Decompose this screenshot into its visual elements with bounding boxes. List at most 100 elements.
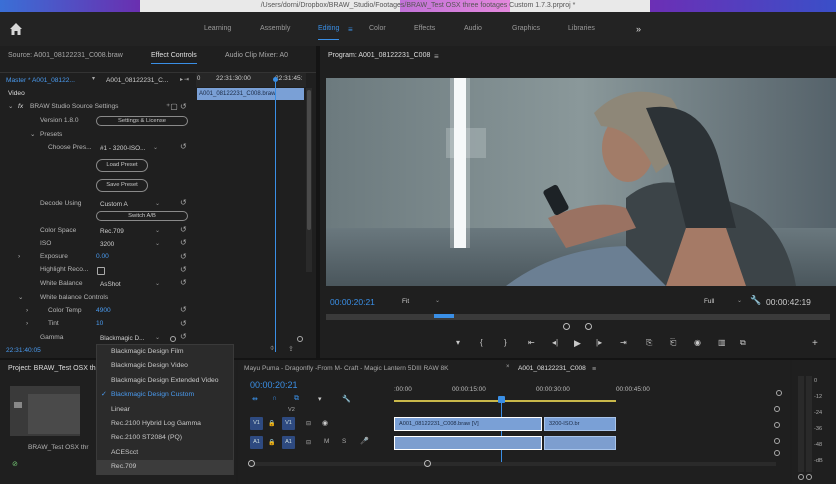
reset-icon[interactable]: ↺ xyxy=(180,333,188,341)
zoom-handle[interactable] xyxy=(585,323,592,330)
loop-icon[interactable]: ⇥ xyxy=(184,76,189,83)
preset-dropdown[interactable]: #1 - 3200-ISO... ⌄ xyxy=(100,144,160,153)
eye-icon[interactable]: ◉ xyxy=(322,419,328,427)
track-scroll-handle[interactable] xyxy=(774,406,780,412)
wrench-icon[interactable]: 🔧 xyxy=(342,395,351,403)
lock-icon[interactable]: 🔒 xyxy=(268,420,275,427)
program-timecode[interactable]: 00:00:20:21 xyxy=(330,297,375,307)
track-scroll-handle[interactable] xyxy=(774,438,780,444)
timeline-tab[interactable]: Mayu Puma - Dragonfly -From M- Craft - M… xyxy=(244,362,449,376)
workspace-assembly[interactable]: Assembly xyxy=(260,12,290,46)
tab-effect-controls[interactable]: Effect Controls xyxy=(151,49,197,63)
reset-icon[interactable]: ↺ xyxy=(180,306,188,314)
timeline-clip-audio[interactable] xyxy=(544,436,616,450)
sequence-clip-label[interactable]: A001_08122231_C... xyxy=(106,74,168,88)
tab-audio-clip-mixer[interactable]: Audio Clip Mixer: A0 xyxy=(225,49,288,63)
highlight-recovery-checkbox[interactable] xyxy=(97,267,105,275)
program-monitor-title[interactable]: Program: A001_08122231_C008 xyxy=(328,49,430,63)
home-icon[interactable] xyxy=(8,21,24,37)
lift-icon[interactable]: ⎘ xyxy=(646,338,652,348)
linked-selection-icon[interactable]: ⧉ xyxy=(294,395,299,403)
gamma-option[interactable]: Blackmagic Design Film xyxy=(97,345,233,359)
zoom-handle[interactable] xyxy=(563,323,570,330)
source-patch-a1[interactable]: A1 xyxy=(250,436,263,449)
link-icon[interactable]: ⊘ xyxy=(12,460,18,468)
add-button-icon[interactable]: + xyxy=(812,338,818,349)
sync-lock-icon[interactable]: ⊟ xyxy=(306,439,311,446)
playhead-handle[interactable] xyxy=(498,396,505,403)
track-target-v1[interactable]: V1 xyxy=(282,417,295,430)
add-marker-icon[interactable]: ▾ xyxy=(456,338,460,347)
reset-icon[interactable]: ↺ xyxy=(180,226,188,234)
tab-source[interactable]: Source: A001_08122231_C008.braw xyxy=(8,49,123,63)
zoom-handle[interactable] xyxy=(424,460,431,467)
go-to-in-icon[interactable]: ⇤ xyxy=(528,338,535,347)
timeline-clip-video[interactable]: 3200-ISO.br xyxy=(544,417,616,431)
solo-right-button[interactable] xyxy=(806,474,812,480)
add-marker-icon[interactable]: ▾ xyxy=(318,395,322,403)
reset-icon[interactable]: ↺ xyxy=(180,253,188,261)
new-layer-icon[interactable]: ⁺▢ xyxy=(166,102,178,111)
gamma-option[interactable]: Blackmagic Design Video xyxy=(97,359,233,373)
scroll-handle[interactable] xyxy=(776,390,782,396)
disclosure-right-icon[interactable]: › xyxy=(18,251,20,263)
timeline-clip-video[interactable]: A001_08122231_C008.braw [V] xyxy=(394,417,542,431)
fit-dropdown[interactable]: Fit ⌄ xyxy=(402,297,442,306)
gamma-option-hovered[interactable]: Rec.709 xyxy=(97,460,233,475)
reset-icon[interactable]: ↺ xyxy=(180,279,188,287)
disclosure-right-icon[interactable]: › xyxy=(26,318,28,330)
step-forward-icon[interactable]: |▸ xyxy=(596,338,602,347)
workspace-overflow-button[interactable]: » xyxy=(636,12,641,46)
workspace-effects[interactable]: Effects xyxy=(414,12,435,46)
program-scrubber[interactable] xyxy=(326,314,830,320)
ec-clip-block[interactable]: A001_08122231_C008.braw xyxy=(197,88,304,100)
timeline-clip-audio[interactable] xyxy=(394,436,542,450)
snap-icon[interactable]: ⇹ xyxy=(252,395,258,403)
master-clip-label[interactable]: Master * A001_08122... xyxy=(6,74,75,88)
gamma-option[interactable]: ACEScct xyxy=(97,446,233,460)
scrollbar-thumb[interactable] xyxy=(307,90,311,230)
zoom-handle[interactable] xyxy=(297,336,303,342)
reset-icon[interactable]: ↺ xyxy=(180,266,188,274)
zoom-handle[interactable] xyxy=(170,336,176,342)
vr-icon[interactable]: ⧉ xyxy=(740,338,746,348)
disclosure-right-icon[interactable]: › xyxy=(26,305,28,317)
wrench-icon[interactable]: 🔧 xyxy=(750,295,761,306)
close-icon[interactable]: × xyxy=(506,364,510,370)
timeline-horizontal-scrollbar[interactable] xyxy=(250,462,776,466)
gamma-option[interactable]: Rec.2100 ST2084 (PQ) xyxy=(97,431,233,445)
project-title[interactable]: Project: BRAW_Test OSX thr xyxy=(8,362,98,376)
timeline-timecode[interactable]: 00:00:20:21 xyxy=(250,380,298,390)
gamma-option[interactable]: Blackmagic Design Extended Video xyxy=(97,374,233,388)
decode-dropdown[interactable]: Custom A ⌄ xyxy=(100,200,162,209)
workspace-learning[interactable]: Learning xyxy=(204,12,231,46)
gamma-dropdown[interactable]: Blackmagic D... ⌄ xyxy=(100,334,162,343)
hamburger-icon[interactable]: ≡ xyxy=(348,25,353,34)
workspace-graphics[interactable]: Graphics xyxy=(512,12,540,46)
solo-left-button[interactable] xyxy=(798,474,804,480)
sync-lock-icon[interactable]: ⊟ xyxy=(306,420,311,427)
extract-icon[interactable]: ⎗ xyxy=(670,338,676,348)
lock-icon[interactable]: 🔒 xyxy=(268,439,275,446)
reset-icon[interactable]: ↺ xyxy=(180,199,188,207)
reset-icon[interactable]: ↺ xyxy=(180,103,188,111)
comparison-view-icon[interactable]: ▥ xyxy=(718,338,726,347)
mark-in-icon[interactable]: { xyxy=(480,338,483,347)
switch-ab-button[interactable]: Switch A/B xyxy=(96,211,188,221)
gamma-option[interactable]: Linear xyxy=(97,403,233,417)
workspace-audio[interactable]: Audio xyxy=(464,12,482,46)
project-item-label[interactable]: BRAW_Test OSX thr xyxy=(28,442,89,454)
quality-dropdown[interactable]: Full ⌄ xyxy=(704,297,744,306)
tint-value[interactable]: 10 xyxy=(96,318,103,330)
magnet-icon[interactable]: ∩ xyxy=(272,395,277,402)
settings-license-button[interactable]: Settings & License xyxy=(96,116,188,126)
mark-out-icon[interactable]: } xyxy=(504,338,507,347)
filter-icon[interactable]: ⌽ xyxy=(270,345,274,353)
go-to-out-icon[interactable]: ⇥ xyxy=(620,338,627,347)
exposure-value[interactable]: 0.00 xyxy=(96,251,109,263)
export-icon[interactable]: ⇪ xyxy=(288,345,294,353)
gamma-option-selected[interactable]: ✓ Blackmagic Design Custom xyxy=(97,388,233,402)
disclosure-down-icon[interactable]: ⌄ xyxy=(8,101,14,113)
reset-icon[interactable]: ↺ xyxy=(180,320,188,328)
workspace-editing[interactable]: Editing xyxy=(318,12,340,46)
